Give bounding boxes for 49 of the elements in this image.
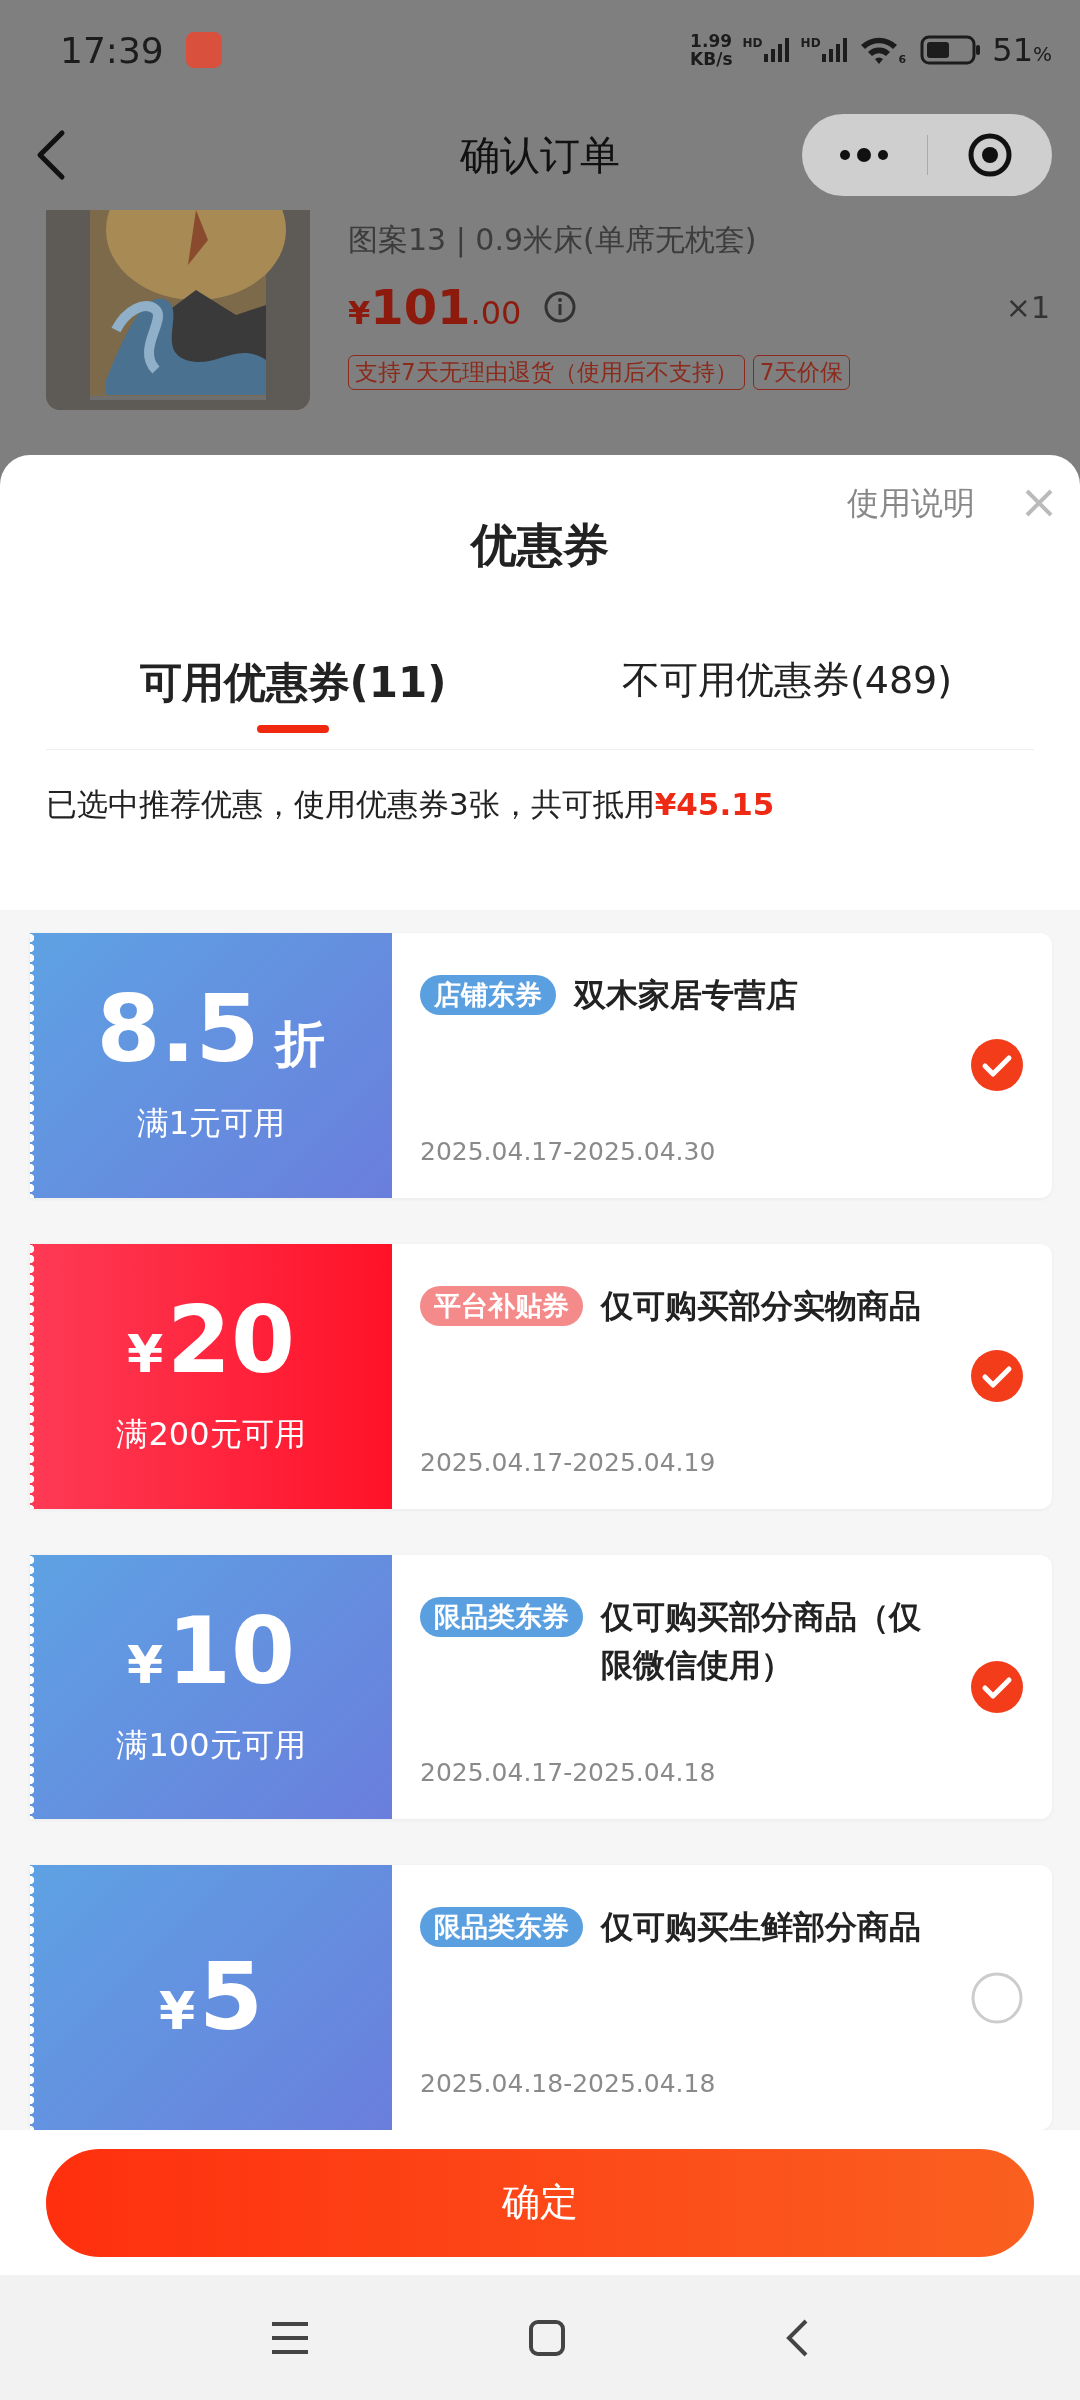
back-icon[interactable] bbox=[784, 2317, 810, 2358]
coupon-title: 仅可购买部分实物商品 bbox=[601, 1285, 922, 1327]
coupon-title: 双木家居专营店 bbox=[574, 975, 799, 1016]
checked-icon[interactable] bbox=[970, 1038, 1024, 1093]
coupon-amount: ¥20 bbox=[126, 1295, 296, 1388]
coupon-type-tag: 限品类东券 bbox=[420, 1596, 583, 1637]
app-icon bbox=[185, 32, 222, 68]
menu-icon[interactable] bbox=[270, 2319, 310, 2356]
more-icon[interactable] bbox=[839, 147, 890, 163]
checked-icon[interactable] bbox=[970, 1349, 1024, 1404]
coupon-amount: ¥5 bbox=[158, 1951, 264, 2044]
home-icon[interactable] bbox=[528, 2318, 566, 2357]
coupon-summary: 已选中推荐优惠，使用优惠券3张，共可抵用¥45.15 bbox=[46, 785, 776, 824]
checked-icon[interactable] bbox=[970, 1659, 1024, 1714]
service-tag: 支持7天无理由退货（使用后不支持） bbox=[348, 355, 745, 390]
coupon-dates: 2025.04.17-2025.04.30 bbox=[420, 1136, 716, 1166]
coupon-tab[interactable]: 不可用优惠券(489) bbox=[621, 655, 953, 706]
sheet-title: 优惠券 bbox=[469, 517, 610, 574]
product-price: ¥101.00 bbox=[348, 279, 522, 335]
page-title: 确认订单 bbox=[460, 130, 620, 180]
battery-icon bbox=[920, 35, 983, 65]
coupon-condition: 满1元可用 bbox=[136, 1103, 286, 1145]
info-icon[interactable] bbox=[543, 290, 578, 324]
coupon-dates: 2025.04.18-2025.04.18 bbox=[420, 2069, 716, 2098]
coupon-tab[interactable]: 可用优惠券(11) bbox=[139, 655, 447, 711]
battery-level: 51% bbox=[992, 31, 1052, 69]
coupon-dates: 2025.04.17-2025.04.19 bbox=[420, 1447, 716, 1477]
tab-underline bbox=[257, 725, 329, 733]
target-icon[interactable] bbox=[966, 132, 1013, 178]
product-spec: 图案13 | 0.9米床(单席无枕套) bbox=[348, 221, 758, 260]
coupon-type-tag: 限品类东券 bbox=[420, 1907, 583, 1948]
wifi-label: 6 bbox=[898, 53, 907, 66]
network-label: HD bbox=[742, 36, 763, 50]
help-link[interactable]: 使用说明 bbox=[847, 482, 975, 526]
coupon-title: 仅可购买生鲜部分商品 bbox=[601, 1907, 922, 1949]
coupon-dates: 2025.04.17-2025.04.18 bbox=[420, 1758, 716, 1788]
coupon-amount: ¥10 bbox=[126, 1605, 296, 1698]
coupon-amount: 8.5 折 bbox=[96, 984, 326, 1077]
coupon-title: 仅可购买部分商品（仅限微信使用） bbox=[601, 1596, 922, 1686]
service-tag: 7天价保 bbox=[752, 355, 851, 390]
status-time: 17:39 bbox=[60, 29, 164, 71]
coupon-type-tag: 店铺东券 bbox=[420, 975, 556, 1015]
coupon-type-tag: 平台补贴券 bbox=[420, 1285, 583, 1326]
network-speed: 1.99 KB/s bbox=[690, 32, 733, 68]
unchecked-icon[interactable] bbox=[970, 1970, 1024, 2025]
coupon-condition: 满100元可用 bbox=[116, 1724, 306, 1766]
network-label: HD bbox=[800, 36, 821, 50]
coupon-condition: 满200元可用 bbox=[116, 1414, 306, 1456]
quantity: ×1 bbox=[1005, 289, 1050, 325]
